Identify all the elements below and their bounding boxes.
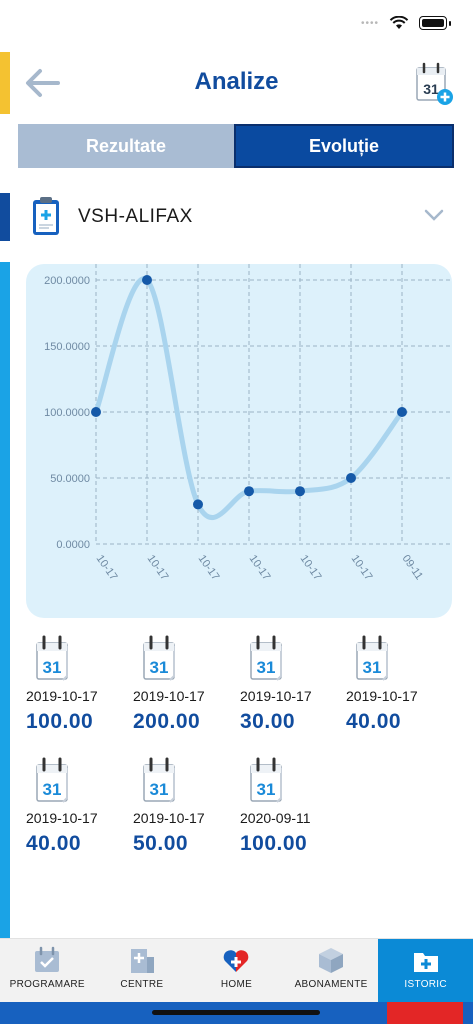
y-tick-label: 0.0000 [56,539,90,551]
evolution-chart: 200.0000 150.0000 100.0000 50.0000 0.0000 10-… [26,264,452,618]
calendar-icon-number: 31 [363,658,382,677]
nav-programare[interactable]: PROGRAMARE [0,939,95,1003]
tab-evolutie[interactable]: Evoluție [234,124,454,168]
result-value: 100.00 [26,710,94,733]
x-tick-label: 10-17 [196,553,222,583]
calendar-icon: 31 [250,757,282,803]
data-point [397,407,407,417]
nav-istoric[interactable]: ISTORIC [378,939,473,1003]
nav-label: PROGRAMARE [9,979,85,990]
page-title: Analize [194,68,279,95]
y-tick-label: 200.0000 [44,275,90,287]
result-entry: 31 2019-10-17 100.00 [26,634,136,734]
data-point [142,275,152,285]
y-tick-label: 50.0000 [50,473,90,485]
status-icons: •••• [361,16,451,30]
battery-tip [449,20,451,26]
x-tick-label: 10-17 [349,553,375,583]
hospital-icon [130,949,154,973]
battery-icon [419,16,447,30]
nav-abonamente[interactable]: ABONAMENTE [284,939,379,1003]
data-point [295,486,305,497]
x-tick-label: 10-17 [298,553,324,583]
calendar-icon-number: 31 [43,780,62,799]
content-accent-bar [0,262,10,938]
cellular-signal-icon: •••• [360,17,379,29]
segmented-control: Rezultate Evoluție [18,124,454,168]
result-value: 30.00 [240,710,296,733]
nav-label: CENTRE [120,979,164,990]
tab-rezultate[interactable]: Rezultate [18,124,234,168]
data-point [193,499,203,510]
result-entry: 31 2019-10-17 30.00 [240,634,350,734]
chevron-down-icon[interactable] [424,208,444,222]
y-tick-label: 100.0000 [44,407,90,419]
chart-svg: 200.0000 150.0000 100.0000 50.0000 0.0000 10-… [44,264,452,583]
nav-label: ISTORIC [404,979,447,990]
result-date: 2019-10-17 [133,688,205,704]
calendar-icon: 31 [36,757,68,803]
calendar-icon-number: 31 [257,780,276,799]
calendar-add-icon[interactable]: 31 [415,60,455,106]
calendar-icon-number: 31 [257,658,276,677]
result-date: 2019-10-17 [240,688,312,704]
calendar-icon: 31 [143,635,175,681]
result-date: 2019-10-17 [133,810,205,826]
data-point [346,473,356,483]
bottom-brand-strip-red [387,1002,463,1024]
result-value: 40.00 [26,832,82,855]
x-tick-label: 10-17 [94,553,120,583]
result-entry: 31 2019-10-17 40.00 [26,756,136,856]
result-value: 200.00 [133,710,201,733]
result-date: 2020-09-11 [240,810,311,826]
calendar-icon-number: 31 [43,658,62,677]
result-date: 2019-10-17 [346,688,418,704]
heart-icon [224,950,249,972]
calendar-icon-number: 31 [150,780,169,799]
result-entry: 31 2019-10-17 40.00 [346,634,456,734]
data-point [244,486,254,497]
nav-centre[interactable]: CENTRE [95,939,190,1003]
result-value: 50.00 [133,832,189,855]
calendar-icon-number: 31 [150,658,169,677]
result-entry: 31 2019-10-17 200.00 [133,634,243,734]
calendar-icon: 31 [356,635,388,681]
result-date: 2019-10-17 [26,688,98,704]
status-bar: •••• [0,0,473,48]
calendar-icon: 31 [250,635,282,681]
bottom-navigation: PROGRAMARE CENTRE HOME ABONAMENTE ISTORI… [0,938,473,1003]
calendar-icon: 31 [143,757,175,803]
calendar-check-icon [35,946,60,972]
svg-text:31: 31 [423,81,439,97]
box-icon [319,948,344,973]
result-entry: 31 2020-09-11 100.00 [240,756,350,856]
clipboard-medical-icon [33,197,59,235]
result-date: 2019-10-17 [26,810,98,826]
y-tick-label: 150.0000 [44,341,90,353]
calendar-icon: 31 [36,635,68,681]
x-tick-label: 09-11 [400,553,426,582]
medical-folder-icon [413,953,438,972]
result-value: 40.00 [346,710,402,733]
test-name[interactable]: VSH-ALIFAX [78,206,193,228]
nav-label: ABONAMENTE [294,979,368,990]
nav-label: HOME [220,979,253,990]
result-value: 100.00 [240,832,308,855]
x-tick-label: 10-17 [145,553,171,583]
result-entry: 31 2019-10-17 50.00 [133,756,243,856]
nav-home[interactable]: HOME [189,939,284,1003]
wifi-icon [389,16,409,29]
test-accent-bar [0,193,10,241]
home-indicator [152,1010,320,1015]
data-point [91,407,101,417]
x-tick-label: 10-17 [247,553,273,583]
